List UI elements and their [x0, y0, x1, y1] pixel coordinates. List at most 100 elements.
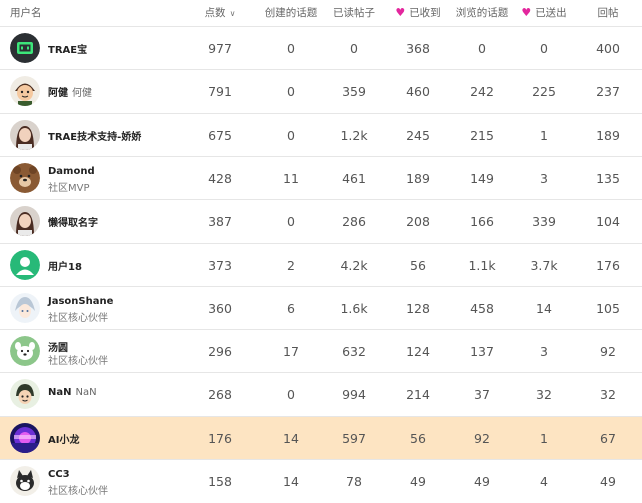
posts-read-value: 0 [350, 41, 358, 56]
points-value: 373 [208, 257, 232, 273]
topics-created-value: 11 [283, 170, 299, 186]
replies-value: 237 [596, 84, 620, 100]
table-row[interactable]: Damond 社区MVP 428 11 461 189 149 3 135 [0, 155, 642, 199]
username-link[interactable]: Damond [48, 166, 95, 177]
topics-viewed-value: 92 [474, 430, 490, 446]
table-row[interactable]: TRAE宝 977 0 0 368 0 0 400 [0, 26, 642, 69]
username[interactable]: 阿健 [48, 88, 68, 99]
likes-received-value: 128 [406, 300, 430, 316]
likes-given-value: 1 [540, 127, 548, 143]
username[interactable]: JasonShane [48, 296, 113, 307]
username-link[interactable]: TRAE技术支持-娇娇 [48, 128, 141, 143]
column-header-likes-received[interactable]: ♥ 已收到 [388, 0, 448, 26]
username[interactable]: TRAE技术支持-娇娇 [48, 132, 141, 143]
username-link[interactable]: TRAE宝 [48, 41, 87, 56]
username[interactable]: CC3 [48, 469, 70, 480]
username[interactable]: TRAE宝 [48, 45, 87, 56]
topics-created-value: 0 [287, 387, 295, 403]
username-link[interactable]: NaN NaN [48, 387, 97, 398]
cat-avatar[interactable] [10, 466, 40, 496]
table-row[interactable]: CC3 社区核心伙伴 158 14 78 49 49 4 49 [0, 459, 642, 502]
column-header-username[interactable]: 用户名 [10, 0, 42, 26]
table-row[interactable]: 汤圆 社区核心伙伴 296 17 632 124 137 3 92 [0, 329, 642, 372]
column-header-likes-given[interactable]: ♥ 已送出 [514, 0, 574, 26]
table-row[interactable]: JasonShane 社区核心伙伴 360 6 1.6k 128 458 14 105 [0, 285, 642, 329]
column-header-posts-read[interactable]: 已读帖子 [324, 0, 384, 26]
likes-given-value: 3 [540, 344, 548, 360]
likes-given-value: 339 [532, 214, 556, 230]
likes-received-value: 208 [406, 214, 430, 230]
points-value: 387 [208, 214, 232, 230]
username-link[interactable]: 阿健 何健 [48, 84, 92, 99]
topics-created-value: 0 [287, 214, 295, 230]
username-link[interactable]: CC3 [48, 469, 70, 480]
replies-value: 104 [596, 214, 620, 230]
table-row[interactable]: 用户18 373 2 4.2k 56 1.1k 3.7k 176 [0, 242, 642, 286]
photo-avatar[interactable] [10, 206, 40, 237]
topics-created-value: 14 [283, 474, 299, 489]
points-value: 675 [208, 127, 232, 143]
topics-viewed-value: 149 [470, 170, 494, 186]
user-title: 社区核心伙伴 [48, 486, 108, 497]
username[interactable]: 懒得取名字 [48, 218, 98, 229]
topics-viewed-value: 215 [470, 127, 494, 143]
trae-robot-avatar[interactable] [10, 33, 40, 63]
topics-viewed-value: 166 [470, 214, 494, 230]
posts-read-value: 286 [342, 214, 366, 230]
topics-viewed-value: 49 [474, 474, 490, 489]
dog-avatar[interactable] [10, 336, 40, 367]
likes-given-value: 4 [540, 474, 548, 489]
table-row[interactable]: NaN NaN 268 0 994 214 37 32 32 [0, 372, 642, 415]
default-user-avatar[interactable] [10, 249, 40, 280]
cartoon-boy-avatar[interactable] [10, 76, 40, 107]
table-header: 用户名 点数 ∨ 创建的话题 已读帖子 ♥ 已收到 浏览的话题 ♥ 已送出 回帖 [0, 0, 642, 26]
likes-given-value: 32 [536, 387, 552, 403]
table-row[interactable]: 懒得取名字 387 0 286 208 166 339 104 [0, 199, 642, 242]
table-row[interactable]: 阿健 何健 791 0 359 460 242 225 237 [0, 69, 642, 112]
username-link[interactable]: JasonShane [48, 296, 113, 307]
photo-avatar[interactable] [10, 119, 40, 150]
likes-received-value: 56 [410, 257, 426, 273]
username[interactable]: AI小龙 [48, 435, 79, 446]
username-link[interactable]: 用户18 [48, 258, 82, 273]
column-header-topics-viewed[interactable]: 浏览的话题 [452, 0, 512, 26]
points-value: 791 [208, 84, 232, 100]
anime-avatar[interactable] [10, 292, 40, 323]
username[interactable]: 用户18 [48, 262, 82, 273]
likes-given-value: 3.7k [530, 257, 558, 273]
column-header-likes-given-label: 已送出 [535, 7, 567, 19]
topics-viewed-value: 137 [470, 344, 494, 360]
full-name: 何健 [72, 88, 92, 100]
column-header-points[interactable]: 点数 ∨ [190, 0, 250, 26]
likes-given-value: 3 [540, 170, 548, 186]
username[interactable]: Damond [48, 166, 95, 177]
column-header-topics-created[interactable]: 创建的话题 [258, 0, 324, 26]
neon-avatar[interactable] [10, 422, 40, 453]
topics-created-value: 0 [287, 41, 295, 56]
table-row[interactable]: TRAE技术支持-娇娇 675 0 1.2k 245 215 1 189 [0, 112, 642, 156]
points-value: 428 [208, 170, 232, 186]
sort-desc-icon: ∨ [229, 9, 236, 18]
topics-created-value: 6 [287, 300, 295, 316]
replies-value: 49 [600, 474, 616, 489]
table-row[interactable]: AI小龙 176 14 597 56 92 1 67 [0, 415, 642, 459]
posts-read-value: 597 [342, 430, 366, 446]
topics-created-value: 17 [283, 344, 299, 360]
user-title: 社区核心伙伴 [48, 312, 108, 324]
cartoon-girl-avatar[interactable] [10, 379, 40, 410]
likes-received-value: 368 [406, 41, 430, 56]
bear-avatar[interactable] [10, 162, 40, 193]
username-link[interactable]: 懒得取名字 [48, 214, 98, 229]
posts-read-value: 994 [342, 387, 366, 403]
points-value: 977 [208, 41, 232, 56]
column-header-replies[interactable]: 回帖 [578, 0, 638, 26]
topics-created-value: 0 [287, 127, 295, 143]
username-link[interactable]: AI小龙 [48, 431, 79, 446]
username[interactable]: NaN [48, 387, 72, 398]
likes-given-value: 0 [540, 41, 548, 56]
topics-created-value: 0 [287, 84, 295, 100]
likes-received-value: 49 [410, 474, 426, 489]
likes-received-value: 56 [410, 430, 426, 446]
replies-value: 105 [596, 300, 620, 316]
topics-viewed-value: 242 [470, 84, 494, 100]
